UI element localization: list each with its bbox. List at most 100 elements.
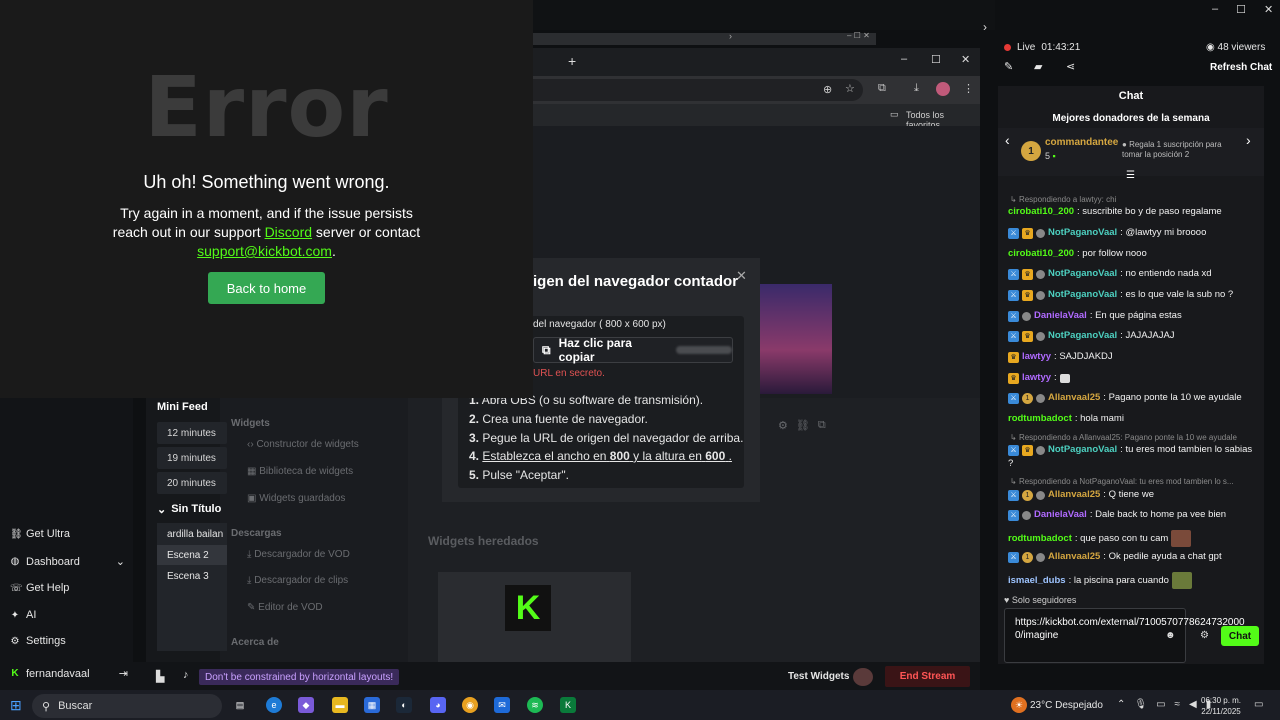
feed-item[interactable]: 12 minutes [157,422,227,444]
discord-icon[interactable]: ◕ [430,697,446,713]
address-bar[interactable]: ⊕ ☆ [533,79,863,101]
weather-text[interactable]: 23°C Despejado [1030,700,1103,711]
copy-url-button[interactable]: ⧉ Haz clic para copiar [533,336,733,364]
logout-icon[interactable]: ⇥ [119,667,128,680]
spotify-icon[interactable]: ≋ [527,697,543,713]
extensions-icon[interactable]: ⧉ [878,82,886,95]
chart-icon[interactable]: ▙ [156,670,164,683]
translate-icon[interactable]: ⊕ [823,83,832,96]
link-icon[interactable]: ⛓ [796,419,810,432]
close-icon[interactable]: ✕ [736,268,747,284]
mic-icon[interactable]: 🎙 [1134,699,1147,710]
chevron-right-icon[interactable]: › [983,20,987,34]
wifi-icon[interactable]: ≈ [1175,699,1181,710]
user-row[interactable]: Kfernandavaal ⇥ [10,667,128,681]
windows-start-icon[interactable]: ⊞ [10,697,22,714]
task-view-icon[interactable]: ▤ [232,697,248,713]
download-icon[interactable]: ⤓ [914,82,919,95]
menu-icon[interactable]: ⋮ [963,82,974,95]
pencil-icon[interactable]: ✎ [1004,60,1013,73]
test-widgets-button[interactable]: Test Widgets [788,671,849,682]
new-tab-icon[interactable]: + [568,53,576,69]
explorer-icon[interactable]: ▬ [332,697,348,713]
sidebar-item-get-ultra[interactable]: ⛓ Get Ultra [10,528,70,540]
discord-link[interactable]: Discord [265,224,312,240]
chrome-icon[interactable]: ◉ [462,697,478,713]
end-stream-button[interactable]: End Stream [885,666,970,687]
maximize-icon[interactable]: ☐ [1236,3,1246,16]
chevron-left-icon[interactable]: ‹ [1005,132,1010,148]
top-bar [533,0,995,30]
error-page: Error Uh oh! Something went wrong. Try a… [0,0,533,398]
feed-item[interactable]: 19 minutes [157,447,227,469]
vip-badge-icon: ♛ [1022,268,1033,280]
minimize-icon[interactable]: – [1212,3,1218,16]
edge-icon[interactable]: e [266,697,282,713]
error-title: Error [144,58,389,156]
saved-widgets-link[interactable]: ▣ Widgets guardados [247,493,345,504]
chat-message: rodtumbadoct: hola mami [1008,413,1124,424]
mod-badge-icon: ⚔ [1008,289,1019,301]
scene-item[interactable]: ardilla bailan [157,524,227,544]
profile-avatar[interactable] [936,82,950,96]
sidebar-item-dashboard[interactable]: ◍ Dashboard ⌄ [10,555,125,569]
share-icon[interactable]: ⋖ [1066,60,1075,73]
store-icon[interactable]: ▦ [364,697,380,713]
chevron-right-icon[interactable]: › [1246,132,1251,148]
close-icon[interactable]: ✕ [961,53,970,66]
feed-item[interactable]: 20 minutes [157,472,227,494]
chat-message: ⚔ ♛ NotPaganoVaal: tu eres mod tambien lo … [1008,444,1254,456]
minimize-icon[interactable]: – [901,53,907,65]
widget-library-link[interactable]: ▦ Biblioteca de widgets [247,466,353,477]
taskbar-clock[interactable]: 06:30 p. m. 22/11/2025 [1201,695,1241,717]
widget-thumbnail [760,284,832,394]
printer-icon[interactable]: ▭ [1156,699,1165,710]
sidebar-item-ai[interactable]: ✦ AI [10,609,37,621]
bell-icon[interactable]: ♪ [183,669,189,681]
volume-icon[interactable]: ◀ [1189,699,1197,710]
widgets-heading: Widgets [231,418,270,429]
chat-message: ⚔ 1 Allanvaal25: Ok pedile ayuda a chat gp… [1008,551,1254,563]
refresh-chat-button[interactable]: Refresh Chat [1210,62,1272,73]
chat-input[interactable]: https://kickbot.com/external/71005707786… [1004,608,1245,663]
copy-icon[interactable]: ⧉ [818,419,826,432]
copilot-icon[interactable]: ◆ [298,697,314,713]
emoji-icon[interactable]: ☻ [1165,630,1176,641]
widget-builder-link[interactable]: ‹› Constructor de widgets [247,439,359,450]
kick-app-icon[interactable]: K [560,697,576,713]
back-to-home-button[interactable]: Back to home [208,272,325,304]
live-status: Live 01:43:21 [1004,42,1080,53]
window-mini-controls[interactable]: – ☐ ✕ [847,31,870,40]
gear-icon[interactable]: ⚙ [778,419,788,432]
chat-message: ⚔ ♛ NotPaganoVaal: no entiendo nada xd [1008,268,1254,280]
clip-downloader-link[interactable]: ⤓ Descargador de clips [247,575,348,586]
search-icon: ⚲ [42,700,51,713]
send-chat-button[interactable]: Chat [1221,626,1259,646]
maximize-icon[interactable]: ☐ [931,53,941,66]
chat-message-wrap: ? [1008,458,1014,469]
scene-item-active[interactable]: Escena 2 [157,545,227,565]
vod-downloader-link[interactable]: ⤓ Descargador de VOD [247,549,350,560]
outlook-icon[interactable]: ✉ [494,697,510,713]
support-email-link[interactable]: support@kickbot.com [197,243,332,259]
star-icon[interactable]: ☆ [845,82,855,95]
clapper-icon[interactable]: ▰ [1034,60,1042,73]
mod-badge-icon: ⚔ [1008,551,1019,563]
steam-icon[interactable]: ◐ [396,697,412,713]
avatar[interactable] [853,668,873,686]
notification-icon[interactable]: ▭ [1254,699,1263,710]
sidebar-item-get-help[interactable]: ☏ Get Help [10,582,69,594]
chat-message: ⚔ 1 Allanvaal25: Q tiene we [1008,489,1254,501]
sidebar-item-settings[interactable]: ⚙ Settings [10,635,66,647]
chevron-up-icon[interactable]: ⌃ [1117,699,1125,710]
vod-editor-link[interactable]: ✎ Editor de VOD [247,602,323,613]
blurred-url [675,346,732,354]
close-icon[interactable]: ✕ [1264,3,1273,16]
gear-icon[interactable]: ⚙ [1200,630,1209,641]
system-tray: ⌃ 🎙 ▭ ≈ ◀ ▮ [1117,699,1211,710]
filter-icon[interactable]: ☰ [1126,170,1135,181]
scene-collection-header[interactable]: ⌄ Sin Título [157,503,221,516]
scene-item[interactable]: Escena 3 [157,566,227,586]
taskbar-search[interactable]: ⚲ Buscar [32,694,222,718]
chat-message: cirobati10_200: por follow nooo [1008,248,1147,259]
